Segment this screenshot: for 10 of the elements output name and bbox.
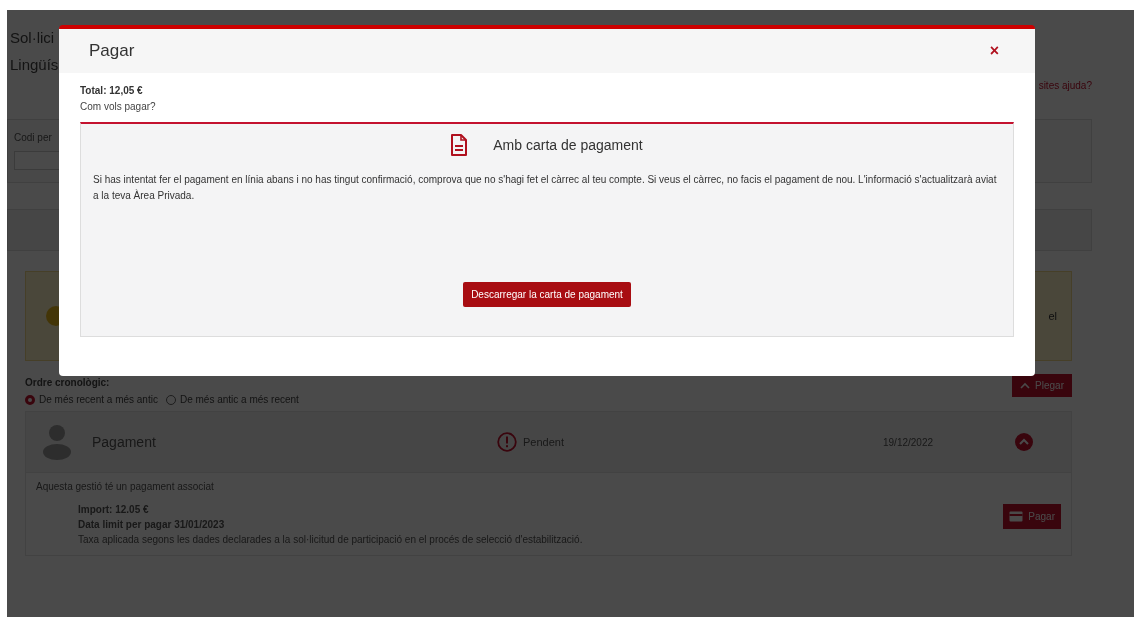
total-text: Total: 12,05 € [80,85,144,96]
question-text: Com vols pagar? [80,101,157,112]
close-button[interactable]: × [983,42,1005,60]
option-description: Si has intentat fer el pagament en línia abans i no has tingut confirmació, comprova que no s'hagi fet el càrrec al teu compte. Si veus el càrrec, no facis el pagament de nou. L'informació s'actualitzarà aviat a la teva Àrea Privada. [93,173,998,203]
dialog-title: Pagar [89,41,135,61]
notice-text: el [1048,310,1057,322]
help-link[interactable]: sites ajuda? [1038,80,1092,91]
option-title: Amb carta de pagament [493,137,643,153]
download-button[interactable]: Descarregar la carta de pagament [463,282,631,307]
document-icon [451,134,468,156]
